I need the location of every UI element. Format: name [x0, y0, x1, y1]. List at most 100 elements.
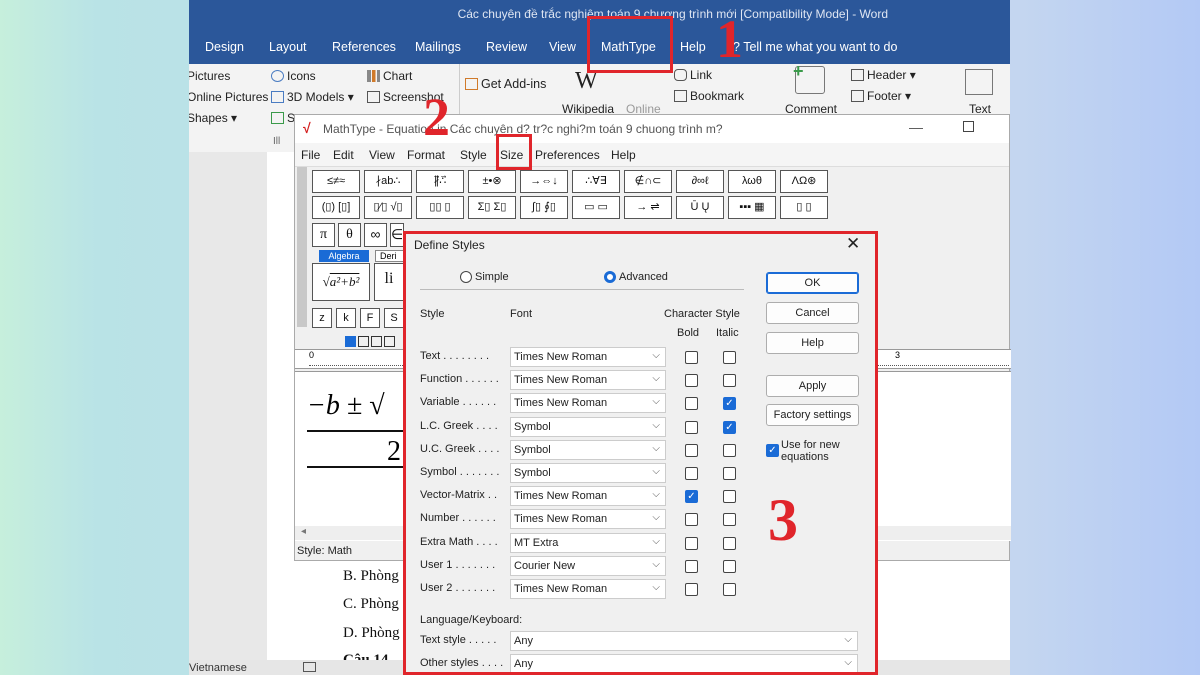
3d-models-button[interactable]: 3D Models ▾ — [271, 90, 354, 104]
highlight-box-mathtype — [587, 16, 673, 73]
doc-line: B. Phòng — [343, 568, 399, 584]
ruler-mark: 0 — [309, 350, 315, 360]
tab-help[interactable]: Help — [680, 40, 706, 54]
cube-icon — [271, 91, 284, 103]
smartart-button[interactable]: S — [271, 111, 295, 125]
addins-icon — [465, 78, 478, 90]
ruler-mark: 3 — [895, 350, 901, 360]
palette-labeled-arrows[interactable]: → ⇌ — [624, 196, 672, 219]
palette-fences[interactable]: (▯) [▯] — [312, 196, 360, 219]
tab-nav-icon[interactable] — [358, 336, 369, 347]
language-status[interactable]: Vietnamese — [189, 662, 247, 674]
style-status: Style: Math — [297, 545, 353, 557]
menu-format[interactable]: Format — [407, 148, 445, 162]
palette-integrals[interactable]: ∫▯ ∮▯ — [520, 196, 568, 219]
tab-references[interactable]: References — [332, 40, 396, 54]
palette-operators[interactable]: ±•⊗ — [468, 170, 516, 193]
pictures-button[interactable]: Pictures — [189, 69, 230, 83]
menu-edit[interactable]: Edit — [333, 148, 354, 162]
menu-help[interactable]: Help — [611, 148, 636, 162]
tab-layout[interactable]: Layout — [269, 40, 307, 54]
tab-derivatives[interactable]: Deri — [375, 250, 405, 262]
link-icon — [674, 69, 687, 81]
template-sqrt-sum[interactable]: √a²+b² — [312, 263, 370, 301]
bookmark-button[interactable]: Bookmark — [674, 89, 744, 103]
keyboard-icon[interactable] — [303, 662, 316, 672]
chart-icon — [367, 70, 380, 82]
comment-icon[interactable]: + — [793, 61, 825, 94]
palette-logic[interactable]: ∴∀∃ — [572, 170, 620, 193]
bookmark-icon — [674, 90, 687, 102]
palette-pi[interactable]: π — [312, 223, 335, 247]
footer-label: Footer — [867, 89, 902, 103]
palette-element[interactable]: ∈ — [390, 223, 404, 247]
palette-misc[interactable]: ∂∞ℓ — [676, 170, 724, 193]
doc-line: D. Phòng — [343, 625, 400, 641]
menu-preferences[interactable]: Preferences — [535, 148, 600, 162]
link-label: Link — [690, 68, 713, 82]
palette-greek-lower[interactable]: λωθ — [728, 170, 776, 193]
palette-small[interactable]: z — [312, 308, 332, 328]
palette-infinity[interactable]: ∞ — [364, 223, 387, 247]
palette-scroll[interactable] — [297, 167, 307, 327]
chart-button[interactable]: Chart — [367, 69, 412, 83]
highlight-box-dialog — [403, 231, 878, 675]
minimize-icon[interactable]: — — [909, 119, 923, 135]
palette-embellish[interactable]: ∦⃗∴⃗ — [416, 170, 464, 193]
mathtype-logo-icon: √ — [303, 120, 311, 136]
palette-boxes[interactable]: ▯ ▯ — [780, 196, 828, 219]
palette-bars[interactable]: ▭ ▭ — [572, 196, 620, 219]
footer-button[interactable]: Footer ▾ — [851, 89, 911, 103]
tab-nav-icons[interactable] — [345, 334, 405, 347]
palette-fractions[interactable]: ▯⁄▯ √▯ — [364, 196, 412, 219]
fraction-bar — [307, 430, 407, 432]
tab-design[interactable]: Design — [205, 40, 244, 54]
textbox-icon[interactable] — [965, 69, 993, 95]
menu-style[interactable]: Style — [460, 148, 487, 162]
palette-products[interactable]: Ū Ų — [676, 196, 724, 219]
get-addins-label: Get Add-ins — [481, 77, 547, 91]
palette-spaces[interactable]: ∤ab∴ — [364, 170, 412, 193]
header-button[interactable]: Header ▾ — [851, 68, 916, 82]
palette-theta[interactable]: θ — [338, 223, 361, 247]
tab-view[interactable]: View — [549, 40, 576, 54]
palette-greek-upper[interactable]: ΛΩ⊛ — [780, 170, 828, 193]
header-icon — [851, 69, 864, 81]
equation-denominator: 2 — [387, 436, 401, 467]
palette-small[interactable]: S — [384, 308, 404, 328]
equation-numerator: −b ± √ — [307, 390, 385, 421]
shapes-label: Shapes — [189, 111, 228, 125]
menu-file[interactable]: File — [301, 148, 320, 162]
icons-button[interactable]: Icons — [271, 69, 316, 83]
tab-nav-icon[interactable] — [384, 336, 395, 347]
shapes-button[interactable]: Shapes ▾ — [189, 111, 237, 125]
palette-scripts[interactable]: ▯▯ ▯ — [416, 196, 464, 219]
tell-me-label: Tell me what you want to do — [743, 40, 898, 54]
template-limit[interactable]: li — [374, 263, 404, 301]
tab-algebra[interactable]: Algebra — [319, 250, 369, 262]
plus-icon: + — [793, 61, 804, 81]
tell-me-search[interactable]: ? Tell me what you want to do — [733, 40, 897, 54]
models-label: 3D Models — [287, 90, 345, 104]
palette-matrices[interactable]: ▪▪▪ ▦ — [728, 196, 776, 219]
annotation-number-3: 3 — [768, 487, 798, 553]
annotation-number-1: 1 — [716, 9, 743, 69]
palette-sums[interactable]: Σ▯ Σ▯ — [468, 196, 516, 219]
menu-view[interactable]: View — [369, 148, 395, 162]
tab-mailings[interactable]: Mailings — [415, 40, 461, 54]
maximize-icon[interactable] — [963, 121, 974, 132]
palette-small[interactable]: F — [360, 308, 380, 328]
tab-nav-icon[interactable] — [371, 336, 382, 347]
palette-sets[interactable]: ∉∩⊂ — [624, 170, 672, 193]
tab-nav-icon[interactable] — [345, 336, 356, 347]
chart-label: Chart — [383, 69, 413, 83]
online-pictures-button[interactable]: Online Pictures — [189, 90, 268, 104]
tab-review[interactable]: Review — [486, 40, 527, 54]
group-label-illustrations: Ill — [273, 136, 281, 147]
palette-small[interactable]: k — [336, 308, 356, 328]
palette-arrows[interactable]: →⇔↓ — [520, 170, 568, 193]
camera-icon — [367, 91, 380, 103]
get-addins-button[interactable]: Get Add-ins — [465, 77, 546, 91]
palette-relations[interactable]: ≤≠≈ — [312, 170, 360, 193]
link-button[interactable]: Link — [674, 68, 712, 82]
